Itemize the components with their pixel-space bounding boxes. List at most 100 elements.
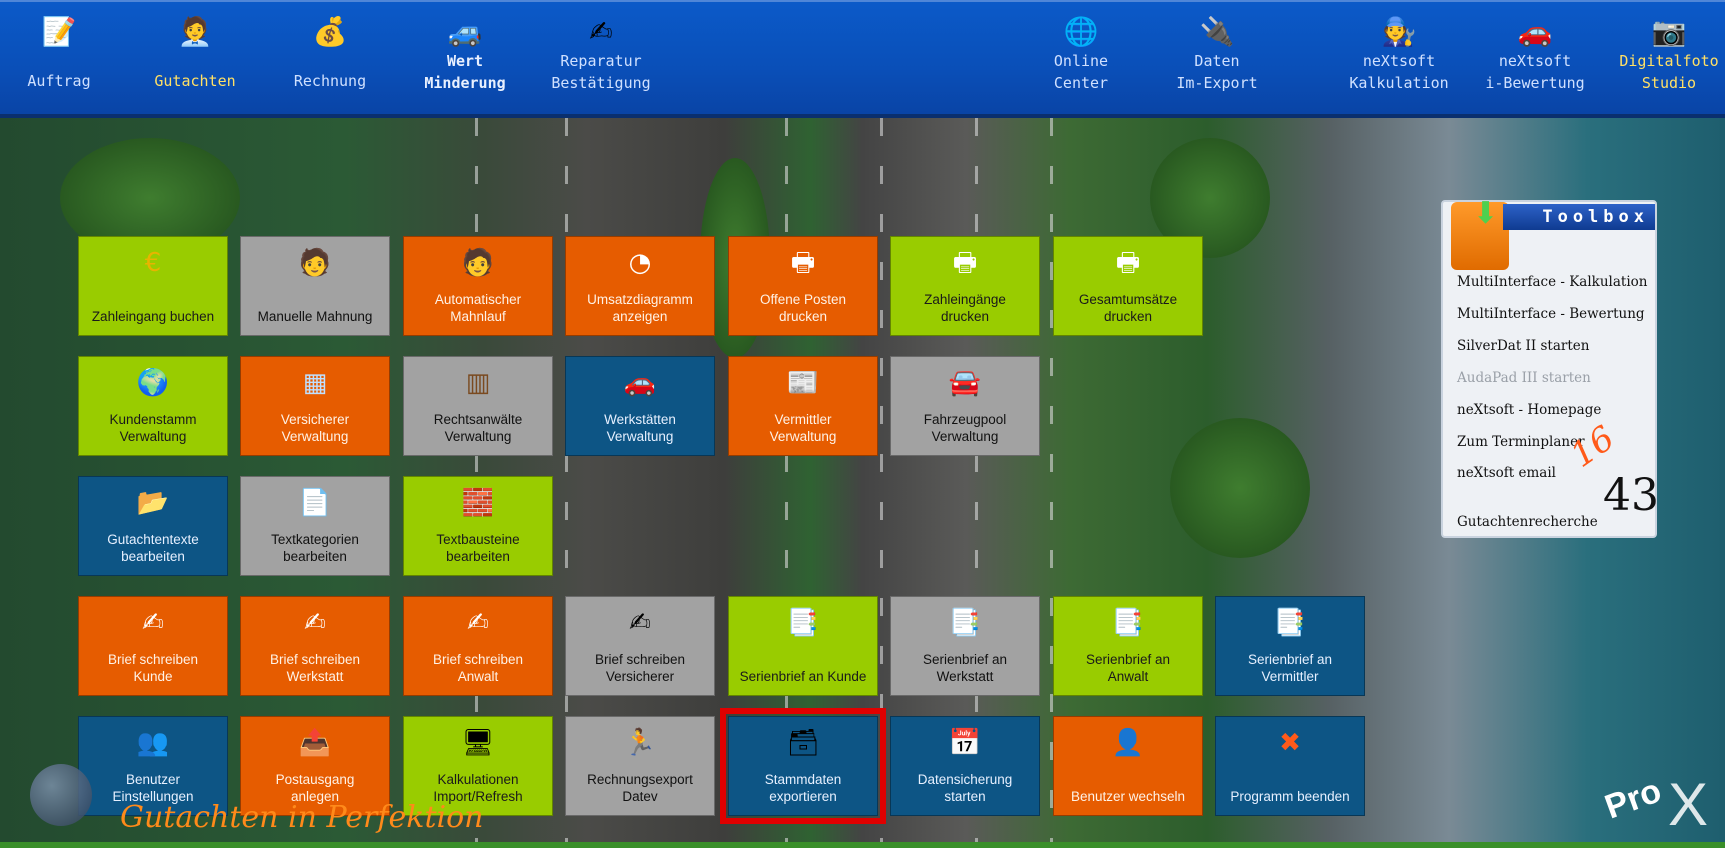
nav-label: Digitalfoto Studio xyxy=(1619,52,1719,92)
document-list-icon: 📄 xyxy=(298,488,332,518)
users-icon: 👥 xyxy=(136,728,170,758)
expert-person-icon: 🧑‍💼 xyxy=(177,15,213,48)
tile-label: Versicherer Verwaltung xyxy=(280,412,350,444)
calendar-icon: 📅 xyxy=(948,728,982,758)
tile-programm-beenden[interactable]: ✖ Programm beenden xyxy=(1215,716,1365,816)
nav-reparatur-bestaetigung[interactable]: ✍ Reparatur Bestätigung xyxy=(536,10,666,106)
toolbox-link-multiinterface-bewertung[interactable]: MultiInterface - Bewertung xyxy=(1457,306,1645,322)
writing-person-icon: ✍ xyxy=(304,608,326,638)
tile-zahleingaenge-drucken[interactable]: 🖶 Zahleingänge drucken xyxy=(890,236,1040,336)
user-switch-icon: 👤 xyxy=(1111,728,1145,758)
nav-auftrag[interactable]: 📝 Auftrag xyxy=(0,10,124,106)
nav-daten-im-export[interactable]: 🔌 Daten Im-Export xyxy=(1152,10,1282,106)
person-letter-icon: 🧑 xyxy=(298,248,332,278)
tile-label: Serienbrief an Anwalt xyxy=(1085,652,1171,684)
tile-serienbrief-an-anwalt[interactable]: 📑 Serienbrief an Anwalt xyxy=(1053,596,1203,696)
car-repair-icon: 🚗 xyxy=(623,368,657,398)
database-export-icon: 🗃 xyxy=(786,728,820,758)
tile-label: Vermittler Verwaltung xyxy=(769,412,837,444)
toolbox-link-audapad: AudaPad III starten xyxy=(1457,370,1591,386)
nav-label: Gutachten xyxy=(154,72,236,90)
hand-signature-icon: ✍ xyxy=(589,15,613,48)
tile-brief-schreiben-versicherer[interactable]: ✍ Brief schreiben Versicherer xyxy=(565,596,715,696)
globe-computer-icon: 🌐 xyxy=(1063,15,1099,48)
tile-label: Brief schreiben Anwalt xyxy=(432,652,524,684)
printer-icon: 🖶 xyxy=(1115,248,1141,278)
tile-label: Kundenstamm Verwaltung xyxy=(109,412,197,444)
tile-serienbrief-an-werkstatt[interactable]: 📑 Serienbrief an Werkstatt xyxy=(890,596,1040,696)
writing-person-icon: ✍ xyxy=(467,608,489,638)
tile-textbausteine-bearbeiten[interactable]: 🧱 Textbausteine bearbeiten xyxy=(403,476,553,576)
tile-vermittler-verwaltung[interactable]: 📰 Vermittler Verwaltung xyxy=(728,356,878,456)
tile-serienbrief-an-kunde[interactable]: 📑 Serienbrief an Kunde xyxy=(728,596,878,696)
car-money-icon: 🚗 xyxy=(1517,15,1553,48)
folder-icon: 📂 xyxy=(136,488,170,518)
copy-documents-icon: 📑 xyxy=(1111,608,1145,638)
tile-brief-schreiben-anwalt[interactable]: ✍ Brief schreiben Anwalt xyxy=(403,596,553,696)
copy-documents-icon: 📑 xyxy=(1273,608,1307,638)
tree xyxy=(1170,418,1310,558)
nav-wertminderung[interactable]: 🚙 Wert Minderung xyxy=(400,10,530,106)
percent-car-icon: 🚙 xyxy=(447,15,483,48)
toolbox-link-email[interactable]: neXtsoft email xyxy=(1457,465,1556,481)
tile-offene-posten-drucken[interactable]: 🖶 Offene Posten drucken xyxy=(728,236,878,336)
calendar-day-number: 16 xyxy=(1563,418,1622,476)
customer-globe-icon: 🌍 xyxy=(136,368,170,398)
nav-nextsoft-i-bewertung[interactable]: 🚗 neXtsoft i-Bewertung xyxy=(1470,10,1600,106)
brand-x-mark: X xyxy=(1668,771,1709,838)
tile-label: Rechtsanwälte Verwaltung xyxy=(433,412,523,444)
nav-digitalfoto-studio[interactable]: 📷 Digitalfoto Studio xyxy=(1605,10,1725,106)
download-arrow-icon: ⬇ xyxy=(1473,196,1499,231)
nav-online-center[interactable]: 🌐 Online Center xyxy=(1016,10,1146,106)
copy-documents-icon: 📑 xyxy=(948,608,982,638)
writing-person-icon: ✍ xyxy=(142,608,164,638)
nav-label: neXtsoft Kalkulation xyxy=(1349,52,1449,92)
person-letter-icon: 🧑 xyxy=(461,248,495,278)
tile-stammdaten-exportieren[interactable]: 🗃 Stammdaten exportieren xyxy=(720,708,886,824)
notepad-pencil-icon: 📝 xyxy=(41,15,77,48)
nav-label: Rechnung xyxy=(293,72,367,90)
tile-umsatzdiagramm-anzeigen[interactable]: ◔ Umsatzdiagramm anzeigen xyxy=(565,236,715,336)
copy-documents-icon: 📑 xyxy=(786,608,820,638)
tile-label: Fahrzeugpool Verwaltung xyxy=(923,412,1007,444)
top-navigation-bar: 📝 Auftrag 🧑‍💼 Gutachten 💰 Rechnung 🚙 Wer… xyxy=(0,0,1725,118)
tile-manuelle-mahnung[interactable]: 🧑 Manuelle Mahnung xyxy=(240,236,390,336)
tile-gesamtumsaetze-drucken[interactable]: 🖶 Gesamtumsätze drucken xyxy=(1053,236,1203,336)
tile-brief-schreiben-werkstatt[interactable]: ✍ Brief schreiben Werkstatt xyxy=(240,596,390,696)
tile-textkategorien-bearbeiten[interactable]: 📄 Textkategorien bearbeiten xyxy=(240,476,390,576)
tile-rechtsanwaelte-verwaltung[interactable]: ▥ Rechtsanwälte Verwaltung xyxy=(403,356,553,456)
toolbox-link-multiinterface-kalkulation[interactable]: MultiInterface - Kalkulation xyxy=(1457,274,1647,290)
toolbox-link-silverdat[interactable]: SilverDat II starten xyxy=(1457,338,1589,354)
tile-label: Umsatzdiagramm anzeigen xyxy=(587,292,693,324)
tile-serienbrief-an-vermittler[interactable]: 📑 Serienbrief an Vermittler xyxy=(1215,596,1365,696)
tile-benutzer-wechseln[interactable]: 👤 Benutzer wechseln xyxy=(1053,716,1203,816)
tile-label: Brief schreiben Kunde xyxy=(107,652,199,684)
mechanic-icon: 🧑‍🔧 xyxy=(1381,15,1417,48)
tile-brief-schreiben-kunde[interactable]: ✍ Brief schreiben Kunde xyxy=(78,596,228,696)
printer-icon: 🖶 xyxy=(790,248,816,278)
tile-datensicherung-starten[interactable]: 📅 Datensicherung starten xyxy=(890,716,1040,816)
photo-studio-icon: 📷 xyxy=(1651,15,1687,48)
nav-label: neXtsoft i-Bewertung xyxy=(1485,52,1585,92)
building-map-icon: ▦ xyxy=(302,368,328,398)
office-building-icon: ▥ xyxy=(465,368,491,398)
globe-logo-icon xyxy=(30,764,92,826)
tile-gutachtentexte-bearbeiten[interactable]: 📂 Gutachtentexte bearbeiten xyxy=(78,476,228,576)
tile-kundenstamm-verwaltung[interactable]: 🌍 Kundenstamm Verwaltung xyxy=(78,356,228,456)
toolbox-link-homepage[interactable]: neXtsoft - Homepage xyxy=(1457,402,1601,418)
nav-gutachten[interactable]: 🧑‍💼 Gutachten xyxy=(130,10,260,106)
tile-fahrzeugpool-verwaltung[interactable]: 🚘 Fahrzeugpool Verwaltung xyxy=(890,356,1040,456)
toolbox-link-gutachtenrecherche[interactable]: Gutachtenrecherche xyxy=(1457,514,1598,530)
tile-versicherer-verwaltung[interactable]: ▦ Versicherer Verwaltung xyxy=(240,356,390,456)
newspaper-icon: 📰 xyxy=(786,368,820,398)
nav-nextsoft-kalkulation[interactable]: 🧑‍🔧 neXtsoft Kalkulation xyxy=(1334,10,1464,106)
mail-box-icon: 📤 xyxy=(298,728,332,758)
slogan-text: Gutachten in Perfektion xyxy=(120,800,484,835)
tile-automatischer-mahnlauf[interactable]: 🧑 Automatischer Mahnlauf xyxy=(403,236,553,336)
tile-zahleingang-buchen[interactable]: € Zahleingang buchen xyxy=(78,236,228,336)
nav-rechnung[interactable]: 💰 Rechnung xyxy=(265,10,395,106)
tile-label: Serienbrief an Vermittler xyxy=(1247,652,1333,684)
tile-rechnungsexport-datev[interactable]: 🏃 Rechnungsexport Datev xyxy=(565,716,715,816)
tile-werkstaetten-verwaltung[interactable]: 🚗 Werkstätten Verwaltung xyxy=(565,356,715,456)
nav-label: Daten Im-Export xyxy=(1176,52,1258,92)
